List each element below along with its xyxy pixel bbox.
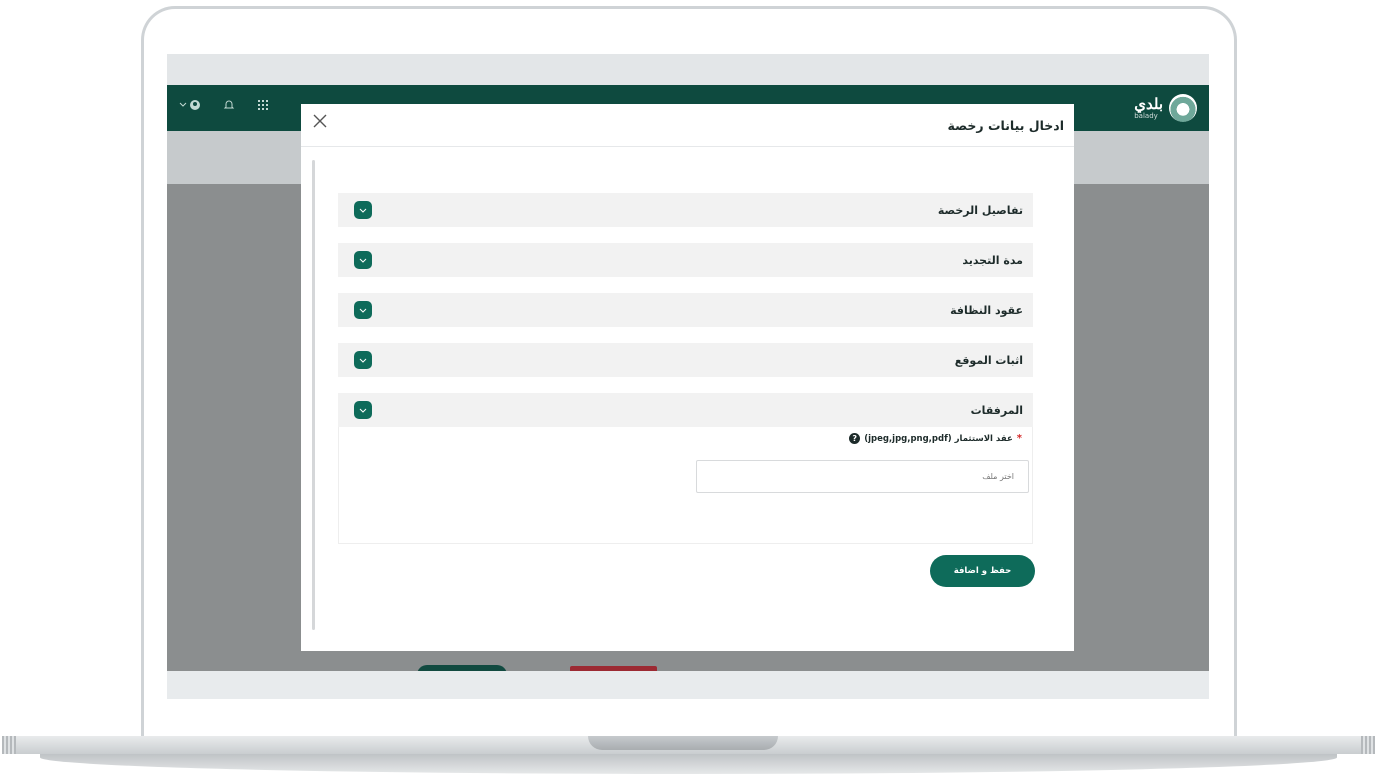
accordion-title: تفاصيل الرخصة <box>937 203 1023 217</box>
palm-emblem-icon <box>1169 94 1197 122</box>
close-button[interactable] <box>309 110 331 132</box>
modal-header: ادخال بيانات رخصة <box>301 104 1074 147</box>
required-marker: * <box>1016 433 1022 444</box>
logo-text-ar: بلدي <box>1134 94 1163 113</box>
screen-footer <box>167 671 1209 699</box>
chevron-down-icon[interactable] <box>354 401 372 419</box>
investment-contract-label: * عقد الاستثمار (jpeg,jpg,png,pdf) ? <box>849 433 1022 444</box>
chevron-down-icon[interactable] <box>354 351 372 369</box>
accordion-title: مدة التجديد <box>962 253 1023 267</box>
laptop-base-cap-right <box>1361 736 1375 754</box>
accordion-license-details[interactable]: تفاصيل الرخصة <box>338 193 1033 227</box>
accordion-title: المرفقات <box>970 403 1023 417</box>
close-icon <box>313 114 327 128</box>
chevron-down-icon[interactable] <box>354 301 372 319</box>
apps-grid-icon[interactable] <box>257 99 269 114</box>
license-data-modal: ادخال بيانات رخصة تفاصيل الرخصة مدة التج… <box>301 104 1074 651</box>
header-icons <box>179 99 269 114</box>
file-picker-input[interactable]: اختر ملف <box>696 460 1029 493</box>
chevron-down-icon[interactable] <box>354 251 372 269</box>
chevron-down-icon[interactable] <box>354 201 372 219</box>
laptop-hinge-notch <box>588 736 778 750</box>
save-and-add-button[interactable]: حفظ و اضافة <box>930 555 1035 587</box>
accordion-title: اثبات الموقع <box>954 353 1023 367</box>
field-label-text: عقد الاستثمار (jpeg,jpg,png,pdf) <box>864 433 1013 444</box>
balady-logo[interactable]: بلدي balady <box>1134 94 1197 122</box>
bell-icon[interactable] <box>223 99 235 114</box>
help-icon[interactable]: ? <box>849 433 861 444</box>
accordion-cleaning-contracts[interactable]: عقود النظافة <box>338 293 1033 327</box>
laptop-base <box>0 736 1377 774</box>
accordion-title: عقود النظافة <box>950 303 1023 317</box>
user-avatar-icon[interactable] <box>179 99 201 114</box>
accordion-attachments[interactable]: المرفقات <box>338 393 1033 427</box>
accordion-location-proof[interactable]: اثبات الموقع <box>338 343 1033 377</box>
scrollbar[interactable] <box>312 160 315 630</box>
logo-text-en: balady <box>1134 111 1158 120</box>
laptop-base-bottom <box>40 754 1337 774</box>
modal-title: ادخال بيانات رخصة <box>947 118 1065 133</box>
laptop-base-cap-left <box>2 736 16 754</box>
accordion-renewal-period[interactable]: مدة التجديد <box>338 243 1033 277</box>
attachments-panel: * عقد الاستثمار (jpeg,jpg,png,pdf) ? اخت… <box>338 427 1033 544</box>
